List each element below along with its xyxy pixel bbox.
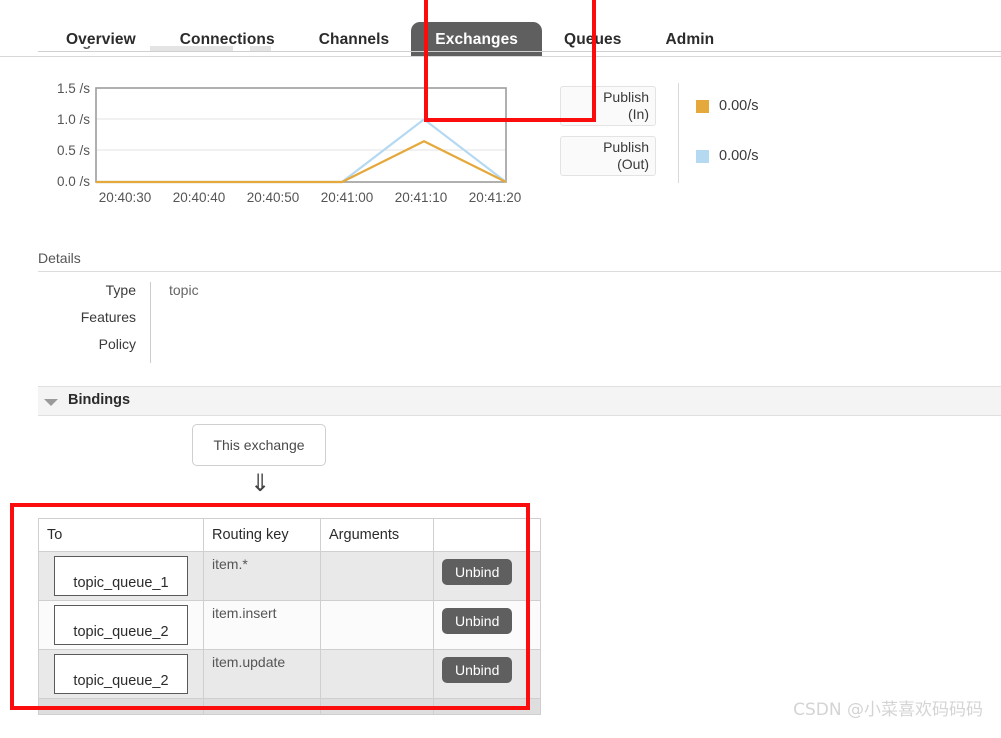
publish-in-label-line2: (In) [628,106,649,122]
details-row-policy: Policy [38,336,429,363]
y-tick-label: 1.5 /s [57,81,90,96]
table-row: topic_queue_1 item.* Unbind [38,551,541,601]
publish-out-rate-group: 0.00/s [696,148,759,164]
binding-arguments-cell [320,551,434,601]
legend-row-publish-out: Publish (Out) 0.00/s [560,135,759,177]
binding-action-cell: Unbind [433,649,541,699]
message-rates-chart: 1.5 /s 1.0 /s 0.5 /s 0.0 /s 20:40:30 20:… [30,78,550,208]
details-value-features [150,309,429,336]
x-tick-label: 20:40:30 [99,190,152,205]
table-footer-cell [203,698,321,715]
publish-in-button[interactable]: Publish (In) [560,86,656,126]
details-value-policy [150,336,429,363]
publish-out-label-line2: (Out) [617,156,649,172]
table-footer-cell [38,698,204,715]
message-rates-header: Message rates last minute ? [38,46,1001,66]
x-tick-label: 20:40:50 [247,190,300,205]
legend-color-swatch-in [696,99,709,113]
details-row-features: Features [38,309,429,336]
binding-routing-key-cell: item.* [203,551,321,601]
table-row: topic_queue_2 item.insert Unbind [38,600,541,650]
x-tick-label: 20:40:40 [173,190,226,205]
legend-color-swatch-out [696,149,709,163]
publish-out-label-line1: Publish [603,139,649,155]
table-footer-row [38,698,541,715]
chart-legend: Publish (In) 0.00/s Publish (Out) 0.00/s [560,83,800,185]
unbind-button[interactable]: Unbind [442,608,513,634]
binding-to-cell: topic_queue_2 [38,649,204,699]
details-label-features: Features [80,309,136,325]
publish-in-rate: 0.00/s [719,98,759,114]
unbind-button[interactable]: Unbind [442,559,513,585]
binding-to-cell: topic_queue_1 [38,551,204,601]
bindings-section-title: Bindings [68,392,131,408]
details-divider [38,271,1001,272]
bindings-table: To Routing key Arguments topic_queue_1 i… [38,518,541,715]
watermark: CSDN @小菜喜欢码码码 [793,700,983,720]
table-footer-cell [433,698,541,715]
bindings-section-bar[interactable] [38,386,1001,416]
table-footer-cell [320,698,434,715]
double-down-arrow-icon: ⇓ [249,470,271,497]
binding-arguments-cell [320,649,434,699]
message-rates-chart-svg: 1.5 /s 1.0 /s 0.5 /s 0.0 /s 20:40:30 20:… [57,81,522,205]
this-exchange-node[interactable]: This exchange [192,424,326,466]
column-header-arguments[interactable]: Arguments [320,518,434,552]
unbind-button[interactable]: Unbind [442,657,513,683]
y-tick-label: 0.5 /s [57,143,90,158]
rates-divider [38,51,1001,52]
queue-link[interactable]: topic_queue_1 [54,556,188,596]
details-value-type: topic [150,282,429,309]
publish-in-label-line1: Publish [603,89,649,105]
binding-to-cell: topic_queue_2 [38,600,204,650]
binding-action-cell: Unbind [433,600,541,650]
x-tick-label: 20:41:10 [395,190,448,205]
table-row: topic_queue_2 item.update Unbind [38,649,541,699]
y-tick-label: 1.0 /s [57,112,90,127]
binding-action-cell: Unbind [433,551,541,601]
x-tick-label: 20:41:00 [321,190,374,205]
column-header-routing-key[interactable]: Routing key [203,518,321,552]
series-line-publish-in [96,140,507,184]
publish-out-button[interactable]: Publish (Out) [560,136,656,176]
column-header-actions [433,518,541,552]
publish-in-rate-group: 0.00/s [696,98,759,114]
bindings-table-header-row: To Routing key Arguments [38,518,541,552]
binding-routing-key-cell: item.update [203,649,321,699]
details-section-title: Details [38,250,81,266]
x-tick-label: 20:41:20 [469,190,522,205]
details-table: Type topic Features Policy [38,282,429,363]
legend-row-publish-in: Publish (In) 0.00/s [560,85,759,127]
details-label-policy: Policy [98,336,136,352]
binding-routing-key-cell: item.insert [203,600,321,650]
publish-out-rate: 0.00/s [719,148,759,164]
column-header-to[interactable]: To [38,518,204,552]
chevron-down-icon[interactable] [44,399,58,406]
details-row-type: Type topic [38,282,429,309]
details-label-type: Type [105,282,136,298]
y-tick-label: 0.0 /s [57,174,90,189]
queue-link[interactable]: topic_queue_2 [54,654,188,694]
queue-link[interactable]: topic_queue_2 [54,605,188,645]
binding-arguments-cell [320,600,434,650]
